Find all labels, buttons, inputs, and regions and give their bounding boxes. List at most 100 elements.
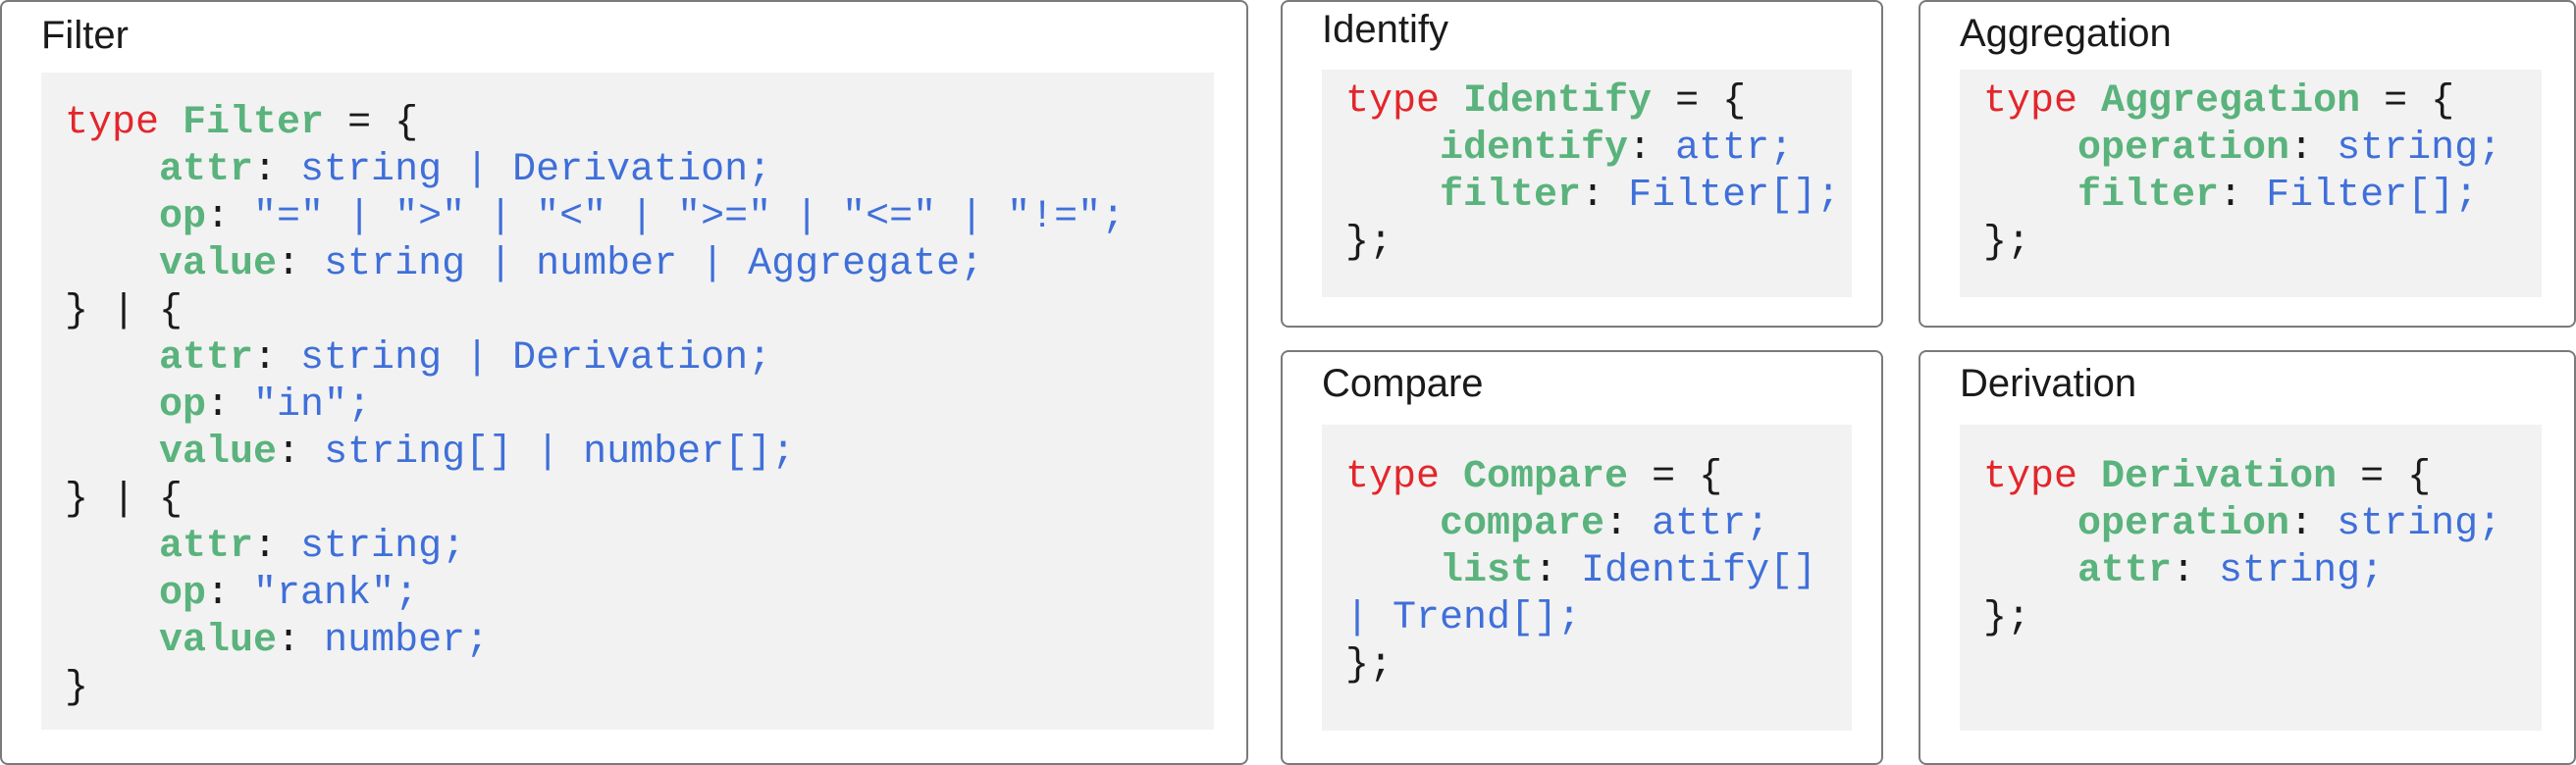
- panel-filter: Filter type Filter = { attr: string | De…: [0, 0, 1248, 765]
- code-line: op: "rank";: [65, 571, 1214, 618]
- code-block-filter: type Filter = { attr: string | Derivatio…: [41, 73, 1214, 730]
- code-line: } | {: [65, 477, 1214, 524]
- punctuation: [1983, 502, 2077, 546]
- punctuation: };: [1983, 596, 2031, 640]
- type-value: attr;: [1675, 127, 1794, 171]
- panel-title: Filter: [41, 14, 129, 57]
- punctuation: :: [1534, 549, 1582, 593]
- punctuation: :: [253, 148, 301, 192]
- code-line: list: Identify[]: [1345, 548, 1852, 595]
- code-line: operation: string;: [1983, 126, 2542, 173]
- code-line: operation: string;: [1983, 501, 2542, 548]
- punctuation: [1983, 174, 2077, 218]
- type-name: Identify: [1463, 79, 1653, 124]
- type-value: Filter[];: [2266, 174, 2479, 218]
- property-name: value: [159, 619, 278, 663]
- property-name: filter: [1440, 174, 1582, 218]
- punctuation: [65, 336, 159, 381]
- punctuation: [65, 148, 159, 192]
- punctuation: :: [253, 336, 301, 381]
- punctuation: :: [1604, 502, 1653, 546]
- code-line: op: "in";: [65, 382, 1214, 430]
- punctuation: [1345, 502, 1440, 546]
- code-line: value: string | number | Aggregate;: [65, 241, 1214, 288]
- punctuation: :: [277, 242, 325, 286]
- code-line: };: [1345, 220, 1852, 267]
- panel-title: Derivation: [1960, 362, 2137, 405]
- type-value: attr;: [1652, 502, 1770, 546]
- code-line: type Filter = {: [65, 100, 1214, 147]
- type-value: string[] | number[];: [324, 431, 796, 475]
- punctuation: :: [277, 619, 325, 663]
- type-value: string;: [2219, 549, 2385, 593]
- type-value: "=" | ">" | "<" | ">=" | "<=" | "!=";: [253, 195, 1126, 239]
- type-value: string | number | Aggregate;: [324, 242, 984, 286]
- punctuation: :: [2289, 127, 2338, 171]
- type-value: string;: [300, 525, 466, 569]
- property-name: attr: [159, 525, 254, 569]
- punctuation: [65, 431, 159, 475]
- code-line: type Identify = {: [1345, 78, 1852, 126]
- type-name: Compare: [1463, 455, 1629, 499]
- code-line: identify: attr;: [1345, 126, 1852, 173]
- property-name: op: [159, 572, 207, 616]
- type-value: string | Derivation;: [300, 336, 772, 381]
- punctuation: };: [1345, 643, 1393, 688]
- punctuation: = {: [1652, 79, 1747, 124]
- keyword: type: [65, 101, 184, 145]
- type-name: Derivation: [2101, 455, 2338, 499]
- punctuation: } | {: [65, 478, 184, 522]
- panel-compare: Compare type Compare = { compare: attr; …: [1281, 350, 1883, 765]
- property-name: filter: [2077, 174, 2220, 218]
- code-line: value: string[] | number[];: [65, 430, 1214, 477]
- type-value: "rank";: [253, 572, 419, 616]
- code-block-aggregation: type Aggregation = { operation: string; …: [1960, 70, 2542, 297]
- property-name: attr: [159, 336, 254, 381]
- code-line: attr: string | Derivation;: [65, 335, 1214, 382]
- punctuation: :: [2289, 502, 2338, 546]
- code-line: op: "=" | ">" | "<" | ">=" | "<=" | "!="…: [65, 194, 1214, 241]
- panel-title: Compare: [1322, 362, 1484, 405]
- property-name: compare: [1440, 502, 1605, 546]
- type-name: Aggregation: [2101, 79, 2361, 124]
- code-line: type Derivation = {: [1983, 454, 2542, 501]
- type-value: | Trend[];: [1345, 596, 1582, 640]
- punctuation: :: [2172, 549, 2220, 593]
- code-line: };: [1345, 642, 1852, 689]
- panel-derivation: Derivation type Derivation = { operation…: [1919, 350, 2576, 765]
- type-value: string;: [2337, 502, 2502, 546]
- code-line: } | {: [65, 288, 1214, 335]
- punctuation: [1345, 127, 1440, 171]
- keyword: type: [1345, 455, 1464, 499]
- punctuation: [65, 619, 159, 663]
- punctuation: = {: [2337, 455, 2432, 499]
- punctuation: [65, 242, 159, 286]
- keyword: type: [1345, 79, 1464, 124]
- panel-title: Aggregation: [1960, 12, 2172, 55]
- property-name: attr: [159, 148, 254, 192]
- panel-identify: Identify type Identify = { identify: att…: [1281, 0, 1883, 328]
- code-line: };: [1983, 595, 2542, 642]
- punctuation: :: [206, 383, 254, 428]
- punctuation: :: [1581, 174, 1629, 218]
- code-line: type Compare = {: [1345, 454, 1852, 501]
- type-value: "in";: [253, 383, 372, 428]
- code-line: attr: string | Derivation;: [65, 147, 1214, 194]
- punctuation: :: [277, 431, 325, 475]
- panel-title: Identify: [1322, 8, 1448, 51]
- punctuation: :: [206, 195, 254, 239]
- punctuation: [65, 572, 159, 616]
- code-line: filter: Filter[];: [1345, 173, 1852, 220]
- punctuation: [65, 525, 159, 569]
- property-name: attr: [2077, 549, 2173, 593]
- punctuation: = {: [2360, 79, 2455, 124]
- punctuation: } | {: [65, 289, 184, 333]
- code-line: };: [1983, 220, 2542, 267]
- punctuation: };: [1983, 221, 2031, 265]
- code-block-derivation: type Derivation = { operation: string; a…: [1960, 425, 2542, 731]
- code-line: compare: attr;: [1345, 501, 1852, 548]
- punctuation: :: [253, 525, 301, 569]
- code-line: value: number;: [65, 618, 1214, 665]
- punctuation: :: [2219, 174, 2267, 218]
- keyword: type: [1983, 79, 2102, 124]
